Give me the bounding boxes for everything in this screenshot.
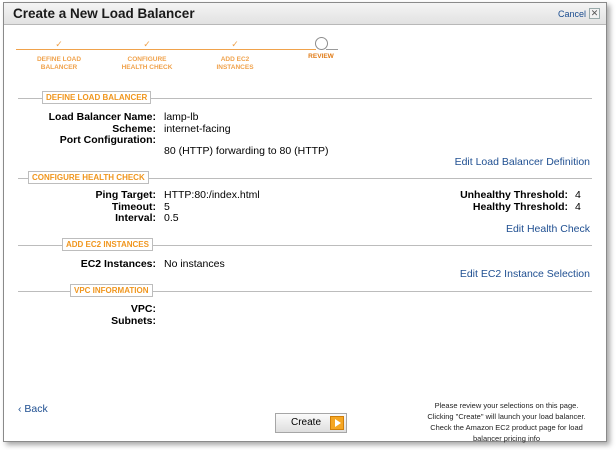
edit-health-check-link[interactable]: Edit Health Check	[506, 223, 590, 235]
section-heading-define: DEFINE LOAD BALANCER	[42, 91, 152, 104]
edit-ec2-instance-selection-link[interactable]: Edit EC2 Instance Selection	[460, 268, 590, 280]
ping-target-value: HTTP:80:/index.html	[164, 189, 260, 201]
back-link[interactable]: ‹ Back	[18, 403, 48, 415]
unhealthy-threshold-label: Unhealthy Threshold:	[460, 189, 568, 201]
step-review: REVIEW	[286, 37, 356, 61]
section-heading-vpc: VPC INFORMATION	[70, 284, 153, 297]
arrow-right-icon[interactable]	[330, 416, 344, 430]
create-button[interactable]: Create	[275, 413, 347, 433]
create-load-balancer-dialog: Create a New Load Balancer Cancel ✕ ✓ DE…	[3, 2, 607, 444]
scheme-value: internet-facing	[164, 123, 231, 135]
port-configuration-value: 80 (HTTP) forwarding to 80 (HTTP)	[164, 145, 329, 157]
unhealthy-threshold-value: 4	[575, 189, 581, 201]
section-heading-ec2-instances: ADD EC2 INSTANCES	[62, 238, 153, 251]
step-label: ADD EC2	[220, 56, 250, 63]
step-label: REVIEW	[308, 53, 334, 60]
load-balancer-name-label: Load Balancer Name:	[48, 111, 156, 123]
interval-label: Interval:	[115, 212, 156, 224]
step-label: DEFINE LOAD	[36, 56, 82, 63]
ec2-instances-value: No instances	[164, 258, 225, 270]
section-heading-health-check: CONFIGURE HEALTH CHECK	[28, 171, 149, 184]
step-label: BALANCER	[40, 64, 78, 71]
step-label: HEALTH CHECK	[121, 64, 173, 71]
load-balancer-name-value: lamp-lb	[164, 111, 199, 123]
step-check-icon: ✓	[55, 39, 63, 49]
ping-target-label: Ping Target:	[95, 189, 156, 201]
ec2-instances-label: EC2 Instances:	[80, 258, 156, 270]
healthy-threshold-label: Healthy Threshold:	[472, 201, 568, 213]
step-add-ec2-instances: ✓ ADD EC2 INSTANCES	[200, 39, 270, 72]
dialog-titlebar: Create a New Load Balancer Cancel ✕	[4, 3, 606, 25]
edit-load-balancer-definition-link[interactable]: Edit Load Balancer Definition	[455, 156, 590, 168]
review-note-line: balancer pricing info	[472, 434, 541, 443]
healthy-threshold-value: 4	[575, 201, 581, 213]
close-icon[interactable]: ✕	[589, 8, 600, 19]
step-define-load-balancer: ✓ DEFINE LOAD BALANCER	[24, 39, 94, 72]
dialog-title: Create a New Load Balancer	[13, 6, 195, 21]
step-configure-health-check: ✓ CONFIGURE HEALTH CHECK	[112, 39, 182, 72]
step-label: CONFIGURE	[127, 56, 167, 63]
review-note-line: Please review your selections on this pa…	[434, 401, 579, 410]
step-label: INSTANCES	[216, 64, 254, 71]
port-configuration-label: Port Configuration:	[59, 134, 156, 146]
interval-value: 0.5	[164, 212, 179, 224]
subnets-label: Subnets:	[111, 315, 156, 327]
review-note-line: Check the Amazon EC2 product page for lo…	[430, 423, 583, 432]
wizard-steps: ✓ DEFINE LOAD BALANCER ✓ CONFIGURE HEALT…	[16, 37, 346, 79]
current-step-circle-icon	[314, 37, 328, 50]
review-note: Please review your selections on this pa…	[414, 400, 599, 444]
step-check-icon: ✓	[143, 39, 151, 49]
cancel-button[interactable]: Cancel ✕	[558, 8, 600, 19]
vpc-label: VPC:	[130, 303, 156, 315]
step-check-icon: ✓	[231, 39, 239, 49]
review-note-line: Clicking "Create" will launch your load …	[427, 412, 586, 421]
create-button-label[interactable]: Create	[291, 417, 321, 428]
cancel-label[interactable]: Cancel	[558, 9, 586, 19]
